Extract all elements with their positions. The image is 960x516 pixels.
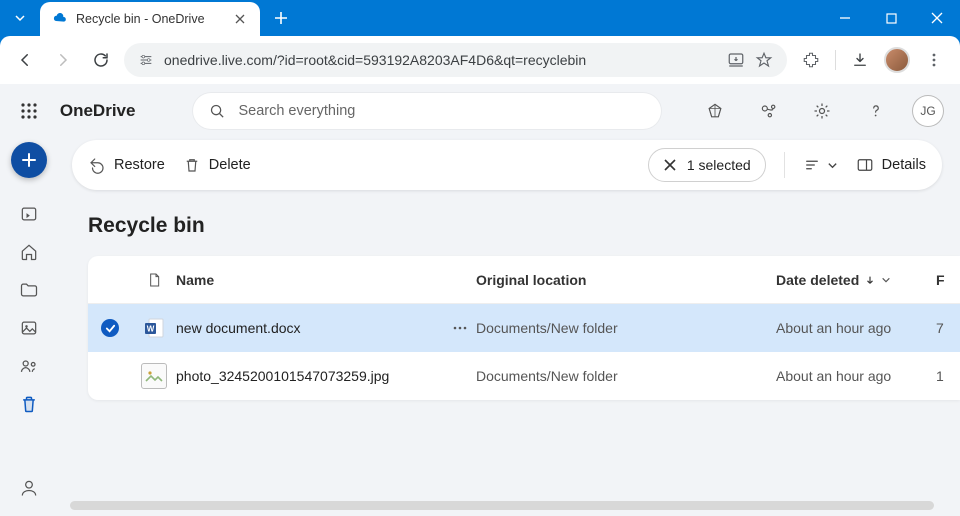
- details-label: Details: [882, 157, 926, 173]
- close-icon[interactable]: [232, 11, 248, 27]
- forward-button[interactable]: [48, 45, 78, 75]
- app-launcher-icon[interactable]: [16, 98, 42, 124]
- selection-pill[interactable]: 1 selected: [648, 148, 766, 182]
- main-panel: Restore Delete 1 selected: [58, 138, 960, 516]
- browser-tab[interactable]: Recycle bin - OneDrive: [40, 2, 260, 36]
- original-location: Documents/New folder: [476, 320, 776, 336]
- user-initials: JG: [920, 104, 935, 118]
- premium-icon[interactable]: [697, 93, 733, 129]
- table-row[interactable]: Wnew document.docx Documents/New folderAb…: [88, 304, 960, 352]
- bookmark-icon[interactable]: [755, 51, 773, 69]
- date-deleted: About an hour ago: [776, 368, 936, 384]
- file-type-icon[interactable]: [146, 271, 162, 289]
- word-file-icon: W: [142, 316, 166, 340]
- column-original-location[interactable]: Original location: [476, 272, 776, 288]
- install-app-icon[interactable]: [727, 51, 745, 69]
- selected-check-icon[interactable]: [101, 319, 119, 337]
- file-table: Name Original location Date deleted F Wn…: [88, 256, 960, 400]
- clear-selection-icon[interactable]: [663, 158, 677, 172]
- chevron-down-icon: [881, 275, 891, 285]
- image-file-icon: [141, 363, 167, 389]
- browser-menu-icon[interactable]: [918, 44, 950, 76]
- brand-label: OneDrive: [60, 101, 136, 121]
- original-location: Documents/New folder: [476, 368, 776, 384]
- add-new-button[interactable]: [11, 142, 47, 178]
- sidebar-item-photos[interactable]: [9, 310, 49, 346]
- row-more-icon[interactable]: [452, 320, 468, 336]
- table-header: Name Original location Date deleted F: [88, 256, 960, 304]
- svg-text:W: W: [147, 325, 155, 334]
- delete-label: Delete: [209, 157, 251, 173]
- window-close-button[interactable]: [914, 0, 960, 36]
- f-value: 1: [936, 368, 960, 384]
- account-button[interactable]: JG: [912, 95, 944, 127]
- command-bar: Restore Delete 1 selected: [72, 140, 942, 190]
- details-toggle[interactable]: Details: [856, 156, 926, 174]
- maximize-button[interactable]: [868, 0, 914, 36]
- back-button[interactable]: [10, 45, 40, 75]
- minimize-button[interactable]: [822, 0, 868, 36]
- search-input[interactable]: Search everything: [193, 93, 661, 129]
- chevron-down-icon: [827, 160, 838, 171]
- column-date-deleted[interactable]: Date deleted: [776, 272, 936, 288]
- url-text: onedrive.live.com/?id=root&cid=593192A82…: [164, 52, 586, 68]
- page-title: Recycle bin: [88, 214, 960, 238]
- shared-libraries-icon[interactable]: [751, 93, 787, 129]
- profile-avatar[interactable]: [884, 47, 910, 73]
- extensions-icon[interactable]: [795, 44, 827, 76]
- onedrive-favicon-icon: [52, 11, 68, 27]
- sort-button[interactable]: [803, 156, 838, 174]
- window-titlebar: Recycle bin - OneDrive: [0, 0, 960, 36]
- reload-button[interactable]: [86, 45, 116, 75]
- sidebar-item-shared[interactable]: [9, 348, 49, 384]
- downloads-icon[interactable]: [844, 44, 876, 76]
- browser-toolbar: onedrive.live.com/?id=root&cid=593192A82…: [0, 36, 960, 84]
- help-icon[interactable]: [858, 93, 894, 129]
- settings-icon[interactable]: [805, 93, 841, 129]
- search-icon: [209, 103, 226, 120]
- selected-count: 1 selected: [687, 157, 751, 173]
- column-name[interactable]: Name: [176, 272, 476, 288]
- sidebar-item-account[interactable]: [9, 470, 49, 506]
- table-row[interactable]: photo_3245200101547073259.jpg Documents/N…: [88, 352, 960, 400]
- restore-label: Restore: [114, 157, 165, 173]
- address-bar[interactable]: onedrive.live.com/?id=root&cid=593192A82…: [124, 43, 787, 77]
- new-tab-button[interactable]: [266, 3, 296, 33]
- column-f[interactable]: F: [936, 272, 960, 288]
- details-pane-icon: [856, 156, 874, 174]
- sort-down-icon: [865, 275, 875, 285]
- site-settings-icon[interactable]: [138, 52, 154, 68]
- search-placeholder: Search everything: [238, 103, 355, 119]
- tab-dropdown[interactable]: [0, 0, 40, 36]
- sidebar: [0, 138, 58, 516]
- horizontal-scrollbar[interactable]: [70, 501, 934, 510]
- sidebar-item-recent[interactable]: [9, 196, 49, 232]
- delete-button[interactable]: Delete: [183, 156, 251, 174]
- file-name: photo_3245200101547073259.jpg: [176, 368, 468, 384]
- date-deleted: About an hour ago: [776, 320, 936, 336]
- app-header: OneDrive Search everything JG: [0, 84, 960, 138]
- f-value: 7: [936, 320, 960, 336]
- restore-button[interactable]: Restore: [88, 156, 165, 174]
- sidebar-item-files[interactable]: [9, 272, 49, 308]
- file-name: new document.docx: [176, 320, 452, 336]
- sidebar-item-home[interactable]: [9, 234, 49, 270]
- tab-title: Recycle bin - OneDrive: [76, 12, 224, 26]
- sidebar-item-recycle-bin[interactable]: [9, 386, 49, 422]
